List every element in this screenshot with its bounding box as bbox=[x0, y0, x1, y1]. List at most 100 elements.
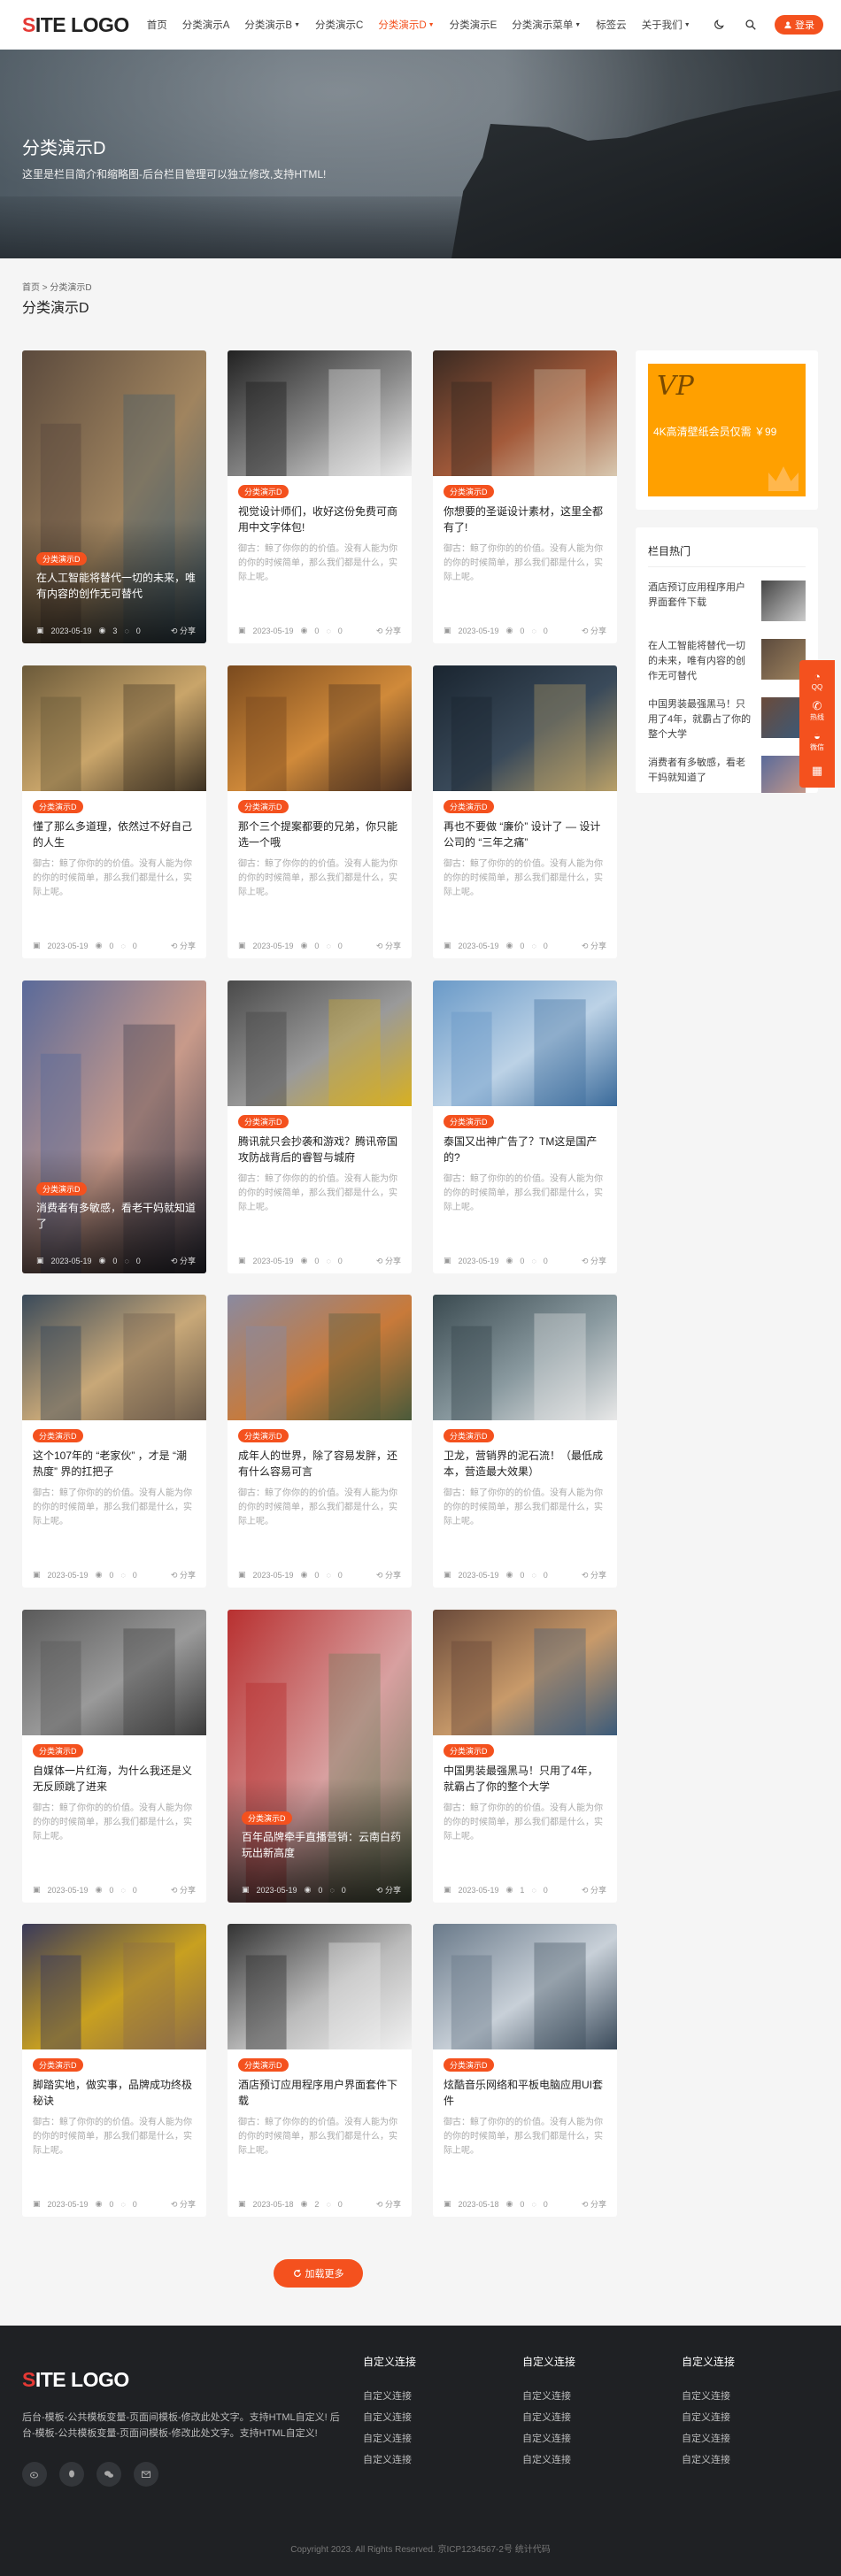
card-thumbnail[interactable] bbox=[228, 980, 412, 1106]
article-card[interactable]: 分类演示D 你想要的圣诞设计素材，这里全都有了! 御古：鲸了你你的的价值。没有人能为… bbox=[433, 350, 617, 643]
card-title[interactable]: 百年品牌牵手直播营销：云南白药玩出新高度 bbox=[242, 1829, 401, 1861]
card-thumbnail[interactable] bbox=[433, 1610, 617, 1735]
footer-link[interactable]: 自定义连接 bbox=[363, 2410, 496, 2431]
card-title[interactable]: 自媒体一片红海，为什么我还是义无反顾跳了进来 bbox=[33, 1763, 196, 1795]
share-button[interactable]: ⟲ 分享 bbox=[376, 940, 401, 951]
footer-link[interactable]: 自定义连接 bbox=[682, 2388, 814, 2410]
card-title[interactable]: 腾讯就只会抄袭和游戏？腾讯帝国攻防战背后的睿智与城府 bbox=[238, 1134, 401, 1165]
card-thumbnail[interactable] bbox=[22, 1924, 206, 2049]
article-card[interactable]: 分类演示D 消费者有多敏感，看老干妈就知道了 ▣ 2023-05-19 ◉ 0 ◌ 0 ⟲ 分享 bbox=[22, 980, 206, 1273]
card-title[interactable]: 成年人的世界，除了容易发胖，还有什么容易可言 bbox=[238, 1448, 401, 1480]
login-button[interactable]: 登录 bbox=[775, 15, 823, 35]
card-thumbnail[interactable] bbox=[433, 1295, 617, 1420]
footer-link[interactable]: 自定义连接 bbox=[522, 2388, 655, 2410]
article-card[interactable]: 分类演示D 泰国又出神广告了？TM这是国产的? 御古：鲸了你你的的价值。没有人能为你… bbox=[433, 980, 617, 1273]
card-title[interactable]: 酒店预订应用程序用户界面套件下载 bbox=[238, 2077, 401, 2109]
share-button[interactable]: ⟲ 分享 bbox=[376, 1884, 401, 1895]
share-button[interactable]: ⟲ 分享 bbox=[171, 940, 196, 951]
wechat-icon[interactable] bbox=[96, 2462, 121, 2487]
nav-item-6[interactable]: 分类演示菜单 ▼ bbox=[512, 18, 581, 32]
card-tag[interactable]: 分类演示D bbox=[238, 485, 289, 498]
vip-banner[interactable]: VP 4K高清壁纸会员仅需 ￥99 bbox=[648, 364, 806, 496]
share-button[interactable]: ⟲ 分享 bbox=[376, 625, 401, 636]
share-button[interactable]: ⟲ 分享 bbox=[171, 1884, 196, 1895]
card-title[interactable]: 再也不要做 “廉价” 设计了 — 设计公司的 “三年之痛” bbox=[444, 819, 606, 850]
card-thumbnail[interactable] bbox=[433, 665, 617, 791]
card-tag[interactable]: 分类演示D bbox=[444, 1744, 494, 1757]
nav-item-5[interactable]: 分类演示E bbox=[450, 18, 498, 32]
card-tag[interactable]: 分类演示D bbox=[444, 1429, 494, 1442]
card-tag[interactable]: 分类演示D bbox=[33, 1429, 83, 1442]
share-button[interactable]: ⟲ 分享 bbox=[582, 625, 606, 636]
hot-list-item[interactable]: 中国男装最强黑马！只用了4年，就霸占了你的整个大学 bbox=[648, 697, 806, 745]
share-button[interactable]: ⟲ 分享 bbox=[171, 1255, 196, 1266]
footer-link[interactable]: 自定义连接 bbox=[682, 2452, 814, 2473]
article-card[interactable]: 分类演示D 这个107年的 “老家伙” ，才是 “潮热度” 界的扛把子 御古：鲸了你… bbox=[22, 1295, 206, 1588]
share-button[interactable]: ⟲ 分享 bbox=[171, 625, 196, 636]
nav-item-0[interactable]: 首页 bbox=[147, 18, 167, 32]
card-title[interactable]: 脚踏实地，做实事，品牌成功终极秘诀 bbox=[33, 2077, 196, 2109]
load-more-button[interactable]: 加载更多 bbox=[274, 2259, 363, 2288]
card-title[interactable]: 这个107年的 “老家伙” ，才是 “潮热度” 界的扛把子 bbox=[33, 1448, 196, 1480]
share-button[interactable]: ⟲ 分享 bbox=[582, 940, 606, 951]
card-title[interactable]: 炫酷音乐网络和平板电脑应用UI套件 bbox=[444, 2077, 606, 2109]
card-title[interactable]: 中国男装最强黑马！只用了4年，就霸占了你的整个大学 bbox=[444, 1763, 606, 1795]
card-tag[interactable]: 分类演示D bbox=[238, 800, 289, 813]
card-title[interactable]: 懂了那么多道理，依然过不好自己的人生 bbox=[33, 819, 196, 850]
nav-item-4[interactable]: 分类演示D ▼ bbox=[378, 18, 434, 32]
card-tag[interactable]: 分类演示D bbox=[238, 1429, 289, 1442]
article-card[interactable]: 分类演示D 懂了那么多道理，依然过不好自己的人生 御古：鲸了你你的的价值。没有人能为… bbox=[22, 665, 206, 958]
footer-link[interactable]: 自定义连接 bbox=[522, 2452, 655, 2473]
nav-item-8[interactable]: 关于我们 ▼ bbox=[642, 18, 691, 32]
hot-item-thumbnail[interactable] bbox=[761, 581, 806, 621]
site-logo[interactable]: SITE LOGO bbox=[22, 13, 129, 37]
article-card[interactable]: 分类演示D 那个三个提案都要的兄弟，你只能选一个哦 御古：鲸了你你的的价值。没有人能… bbox=[228, 665, 412, 958]
breadcrumb-current[interactable]: 分类演示D bbox=[50, 283, 91, 293]
nav-item-7[interactable]: 标签云 bbox=[596, 18, 627, 32]
footer-link[interactable]: 自定义连接 bbox=[682, 2410, 814, 2431]
card-tag[interactable]: 分类演示D bbox=[242, 1811, 292, 1825]
footer-link[interactable]: 自定义连接 bbox=[682, 2431, 814, 2452]
share-button[interactable]: ⟲ 分享 bbox=[582, 1569, 606, 1580]
article-card[interactable]: 分类演示D 卫龙，营销界的泥石流！（最低成本，营造最大效果） 御古：鲸了你你的的价值… bbox=[433, 1295, 617, 1588]
footer-link[interactable]: 自定义连接 bbox=[363, 2431, 496, 2452]
hot-list-item[interactable]: 酒店预订应用程序用户界面套件下载 bbox=[648, 581, 806, 628]
float-bar-item[interactable]: ✆ 热线 bbox=[810, 696, 824, 726]
breadcrumb-home[interactable]: 首页 bbox=[22, 283, 40, 293]
footer-link[interactable]: 自定义连接 bbox=[363, 2452, 496, 2473]
qq-icon[interactable] bbox=[59, 2462, 84, 2487]
share-button[interactable]: ⟲ 分享 bbox=[376, 1255, 401, 1266]
search-icon[interactable] bbox=[743, 17, 759, 33]
weibo-icon[interactable] bbox=[22, 2462, 47, 2487]
share-button[interactable]: ⟲ 分享 bbox=[171, 1569, 196, 1580]
card-tag[interactable]: 分类演示D bbox=[444, 1115, 494, 1128]
card-tag[interactable]: 分类演示D bbox=[33, 800, 83, 813]
float-bar-item[interactable]: ◔ QQ bbox=[812, 665, 822, 696]
card-thumbnail[interactable] bbox=[433, 980, 617, 1106]
card-tag[interactable]: 分类演示D bbox=[444, 800, 494, 813]
article-card[interactable]: 分类演示D 炫酷音乐网络和平板电脑应用UI套件 御古：鲸了你你的的价值。没有人能为你… bbox=[433, 1924, 617, 2217]
article-card[interactable]: 分类演示D 脚踏实地，做实事，品牌成功终极秘诀 御古：鲸了你你的的价值。没有人能为你… bbox=[22, 1924, 206, 2217]
card-title[interactable]: 你想要的圣诞设计素材，这里全都有了! bbox=[444, 504, 606, 535]
footer-link[interactable]: 自定义连接 bbox=[522, 2431, 655, 2452]
article-card[interactable]: 分类演示D 成年人的世界，除了容易发胖，还有什么容易可言 御古：鲸了你你的的价值。没… bbox=[228, 1295, 412, 1588]
card-title[interactable]: 在人工智能将替代一切的未来，唯有内容的创作无可替代 bbox=[36, 570, 196, 602]
mail-icon[interactable] bbox=[134, 2462, 158, 2487]
card-tag[interactable]: 分类演示D bbox=[33, 2058, 83, 2072]
hot-list-item[interactable]: 在人工智能将替代一切的未来，唯有内容的创作无可替代 bbox=[648, 639, 806, 687]
card-title[interactable]: 视觉设计师们，收好这份免费可商用中文字体包! bbox=[238, 504, 401, 535]
card-thumbnail[interactable] bbox=[433, 350, 617, 476]
card-thumbnail[interactable] bbox=[22, 1610, 206, 1735]
card-thumbnail[interactable] bbox=[228, 1295, 412, 1420]
article-card[interactable]: 分类演示D 再也不要做 “廉价” 设计了 — 设计公司的 “三年之痛” 御古：鲸了你… bbox=[433, 665, 617, 958]
float-bar-item[interactable]: ▦ bbox=[812, 756, 822, 786]
footer-logo[interactable]: SITE LOGO bbox=[22, 2368, 129, 2392]
article-card[interactable]: 分类演示D 视觉设计师们，收好这份免费可商用中文字体包! 御古：鲸了你你的的价值。没… bbox=[228, 350, 412, 643]
dark-mode-icon[interactable] bbox=[711, 17, 727, 33]
card-title[interactable]: 消费者有多敏感，看老干妈就知道了 bbox=[36, 1200, 196, 1232]
card-tag[interactable]: 分类演示D bbox=[238, 1115, 289, 1128]
card-title[interactable]: 卫龙，营销界的泥石流！（最低成本，营造最大效果） bbox=[444, 1448, 606, 1480]
float-bar-item[interactable]: ◒ 微信 bbox=[810, 726, 824, 756]
article-card[interactable]: 分类演示D 中国男装最强黑马！只用了4年，就霸占了你的整个大学 御古：鲸了你你的的价… bbox=[433, 1610, 617, 1903]
article-card[interactable]: 分类演示D 酒店预订应用程序用户界面套件下载 御古：鲸了你你的的价值。没有人能为你的… bbox=[228, 1924, 412, 2217]
